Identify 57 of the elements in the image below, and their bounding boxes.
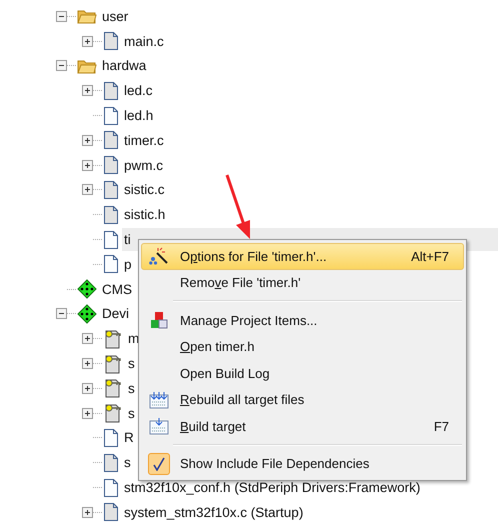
build-icon [149,417,169,436]
shaded-file-icon [103,80,119,101]
menu-item[interactable]: Remove File 'timer.h' [141,270,464,296]
expander-icon[interactable] [82,85,93,96]
expander-icon[interactable] [82,506,93,518]
tree-item[interactable]: timer.c [122,128,498,152]
menu-item[interactable]: Open timer.h [141,334,464,360]
key-file-icon [103,328,123,349]
file-icon [103,254,119,274]
shaded-file-icon [103,180,119,200]
diamond-icon [77,304,97,324]
expander-icon[interactable] [82,184,93,196]
menu-item[interactable]: Options for File 'timer.h'... Alt+F7 [141,243,464,270]
menu-item[interactable]: Manage Project Items... [141,307,464,334]
expander-icon[interactable] [56,60,67,72]
file-icon [103,230,119,250]
menu-item[interactable]: Open Build Log [141,360,464,386]
expander-icon[interactable] [82,134,93,146]
key-file-icon [103,378,123,398]
tree-item[interactable]: system_stm32f10x.c (Startup) [122,500,498,524]
file-icon [103,428,119,448]
expander-icon[interactable] [82,160,93,171]
tree-item[interactable]: led.c [122,79,498,102]
tree-item[interactable]: hardwa [100,54,498,78]
menu-item[interactable]: Build target F7 [141,413,464,440]
tree-item[interactable]: led.h [122,104,498,128]
expander-icon[interactable] [56,10,67,22]
expander-icon[interactable] [82,408,93,419]
folder-icon [77,8,97,24]
shaded-file-icon [103,130,119,150]
tree-item[interactable]: sistic.c [122,178,498,202]
shaded-file-icon [103,204,119,225]
expander-icon[interactable] [82,36,93,47]
expander-icon[interactable] [56,308,67,320]
expander-icon[interactable] [82,333,93,344]
key-file-icon [103,354,123,374]
menu-item[interactable]: Show Include File Dependencies [141,450,464,477]
folder-icon [77,58,97,74]
shaded-file-icon [103,155,119,176]
shaded-file-icon [103,502,119,522]
key-file-icon [103,403,123,424]
checkmark-icon [148,452,170,475]
menu-item[interactable]: Rebuild all target files [141,386,464,413]
expander-icon[interactable] [82,382,93,394]
rebuild-icon [149,390,169,409]
tree-item[interactable]: pwm.c [122,154,498,177]
diamond-icon [77,279,97,300]
wand-icon [149,247,169,266]
tree-item[interactable]: main.c [122,30,498,53]
tree-item[interactable]: user [100,4,498,28]
blocks-icon [150,311,168,330]
file-icon [103,106,119,126]
shaded-file-icon [103,452,119,473]
file-icon [103,478,119,498]
expander-icon[interactable] [82,358,93,370]
shaded-file-icon [103,31,119,52]
tree-item[interactable]: sistic.h [122,203,498,226]
